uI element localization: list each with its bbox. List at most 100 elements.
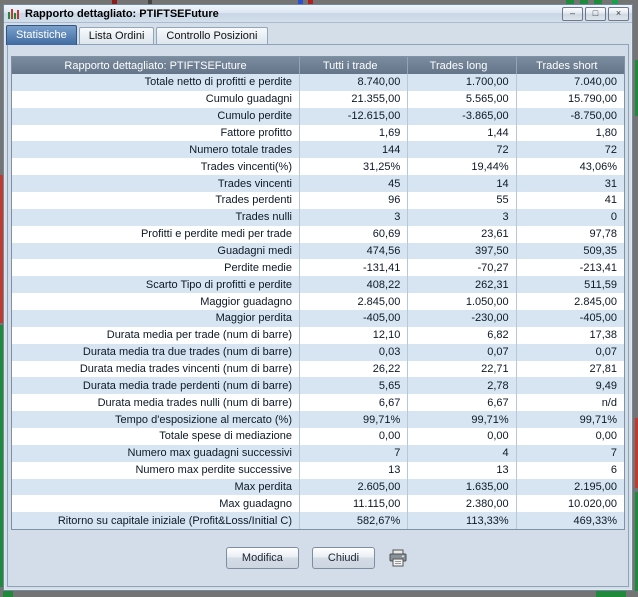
row-label: Guadagni medi (217, 245, 292, 258)
row-value: 23,61 (407, 225, 515, 243)
row-value: -12.615,00 (299, 107, 407, 125)
table-row: Fattore profitto 1,69 1,44 1,80 (12, 124, 624, 142)
row-label: Durata media per trade (num di barre) (106, 329, 292, 342)
row-value: 99,71% (515, 411, 624, 429)
row-value: 9,49 (515, 377, 624, 395)
row-value: -131,41 (299, 259, 407, 277)
row-value: 509,35 (515, 242, 624, 260)
row-value: 55 (407, 192, 515, 209)
row-value: 10.020,00 (515, 495, 624, 513)
table-header: Rapporto dettagliato: PTIFTSEFuture Tutt… (12, 57, 624, 74)
table-row: Totale netto di profitti e perdite 8.740,… (12, 74, 624, 91)
table-row: Maggior guadagno 2.845,00 1.050,00 2.845,00 (12, 293, 624, 311)
row-value: 6,67 (299, 394, 407, 412)
row-value: 262,31 (407, 276, 515, 294)
row-value: 15.790,00 (515, 90, 624, 108)
row-value: 0,07 (515, 343, 624, 361)
table-body: Totale netto di profitti e perdite 8.740,… (12, 74, 624, 529)
table-row: Cumulo guadagni 21.355,00 5.565,00 15.790,0… (12, 90, 624, 108)
row-value: 60,69 (299, 225, 407, 243)
table-row: Totale spese di mediazione 0,00 0,00 0,00 (12, 428, 624, 445)
row-value: 27,81 (515, 360, 624, 378)
background-chart-fragment (596, 591, 626, 597)
row-value: -405,00 (299, 310, 407, 327)
row-value: 13 (299, 461, 407, 479)
row-value: 1.635,00 (407, 478, 515, 496)
row-value: -213,41 (515, 259, 624, 277)
modifica-button[interactable]: Modifica (225, 547, 299, 569)
maximize-icon[interactable]: □ (585, 6, 606, 21)
table-row: Ritorno su capitale iniziale (Profit&Los… (12, 512, 624, 529)
titlebar[interactable]: Rapporto dettagliato: PTIFTSEFuture – □ … (4, 5, 632, 23)
row-label: Durata media tra due trades (num di barr… (82, 346, 292, 359)
row-value: 1,44 (407, 124, 515, 142)
table-row: Trades perdenti 96 55 41 (12, 192, 624, 209)
window-title: Rapporto dettagliato: PTIFTSEFuture (25, 7, 219, 20)
row-label: Trades vincenti (217, 177, 292, 190)
row-value: 13 (407, 461, 515, 479)
row-label: Trades perdenti (215, 194, 292, 207)
row-value: 72 (515, 141, 624, 159)
row-value: 6,67 (407, 394, 515, 412)
row-label: Durata media trades nulli (num di barre) (97, 396, 292, 409)
table-row: Guadagni medi 474,56 397,50 509,35 (12, 242, 624, 260)
row-label: Maggior perdita (215, 312, 292, 325)
background-chart-fragment (3, 591, 13, 597)
tab-statistiche[interactable]: Statistiche (6, 25, 77, 45)
row-value: 97,78 (515, 225, 624, 243)
row-value: 397,50 (407, 242, 515, 260)
row-value: 21.355,00 (299, 90, 407, 108)
close-icon[interactable]: × (608, 6, 629, 21)
row-value: 11.115,00 (299, 495, 407, 513)
row-label: Trades vincenti(%) (200, 160, 292, 173)
minimize-icon[interactable]: – (562, 6, 583, 21)
row-value: 72 (407, 141, 515, 159)
chiudi-button[interactable]: Chiudi (311, 547, 376, 569)
row-value: 22,71 (407, 360, 515, 378)
row-value: -405,00 (515, 310, 624, 327)
row-value: 5.565,00 (407, 90, 515, 108)
row-value: 7 (515, 444, 624, 462)
print-icon[interactable] (388, 548, 410, 568)
row-value: 6,82 (407, 326, 515, 344)
row-value: 0 (515, 208, 624, 226)
row-value: 43,06% (515, 158, 624, 176)
footer: Modifica Chiudi (11, 530, 625, 586)
row-value: 14 (407, 175, 515, 193)
row-value: 144 (299, 141, 407, 159)
report-window: Rapporto dettagliato: PTIFTSEFuture – □ … (3, 4, 633, 591)
row-value: 2.605,00 (299, 478, 407, 496)
table-row: Durata media trades vincenti (num di bar… (12, 360, 624, 378)
row-value: 1.050,00 (407, 293, 515, 311)
row-value: 31 (515, 175, 624, 193)
row-label: Numero max perdite successive (135, 464, 292, 477)
row-value: 511,59 (515, 276, 624, 294)
row-label: Perdite medie (224, 261, 292, 274)
row-value: 582,67% (299, 512, 407, 529)
row-label: Totale spese di mediazione (159, 430, 292, 443)
row-value: 1,80 (515, 124, 624, 142)
row-value: 1.700,00 (407, 74, 515, 91)
column-header: Tutti i trade (299, 57, 407, 74)
column-header: Trades short (515, 57, 624, 74)
row-value: 45 (299, 175, 407, 193)
row-label: Maggior guadagno (200, 295, 292, 308)
row-value: -8.750,00 (515, 107, 624, 125)
row-value: 3 (299, 208, 407, 226)
table-row: Tempo d'esposizione al mercato (%) 99,71%… (12, 411, 624, 429)
row-value: 0,00 (515, 428, 624, 445)
column-header: Rapporto dettagliato: PTIFTSEFuture (64, 59, 247, 72)
table-row: Numero max perdite successive 13 13 6 (12, 461, 624, 479)
row-label: Trades nulli (235, 211, 292, 224)
table-row: Durata media trade perdenti (num di barr… (12, 377, 624, 395)
row-value: 99,71% (407, 411, 515, 429)
row-value: 31,25% (299, 158, 407, 176)
row-value: 0,00 (407, 428, 515, 445)
row-value: 96 (299, 192, 407, 209)
table-row: Max guadagno 11.115,00 2.380,00 10.020,00 (12, 495, 624, 513)
column-header: Trades long (407, 57, 515, 74)
chart-icon (8, 8, 19, 19)
tab-controllo-posizioni[interactable]: Controllo Posizioni (156, 27, 268, 44)
row-value: 2,78 (407, 377, 515, 395)
tab-lista-ordini[interactable]: Lista Ordini (78, 27, 155, 44)
